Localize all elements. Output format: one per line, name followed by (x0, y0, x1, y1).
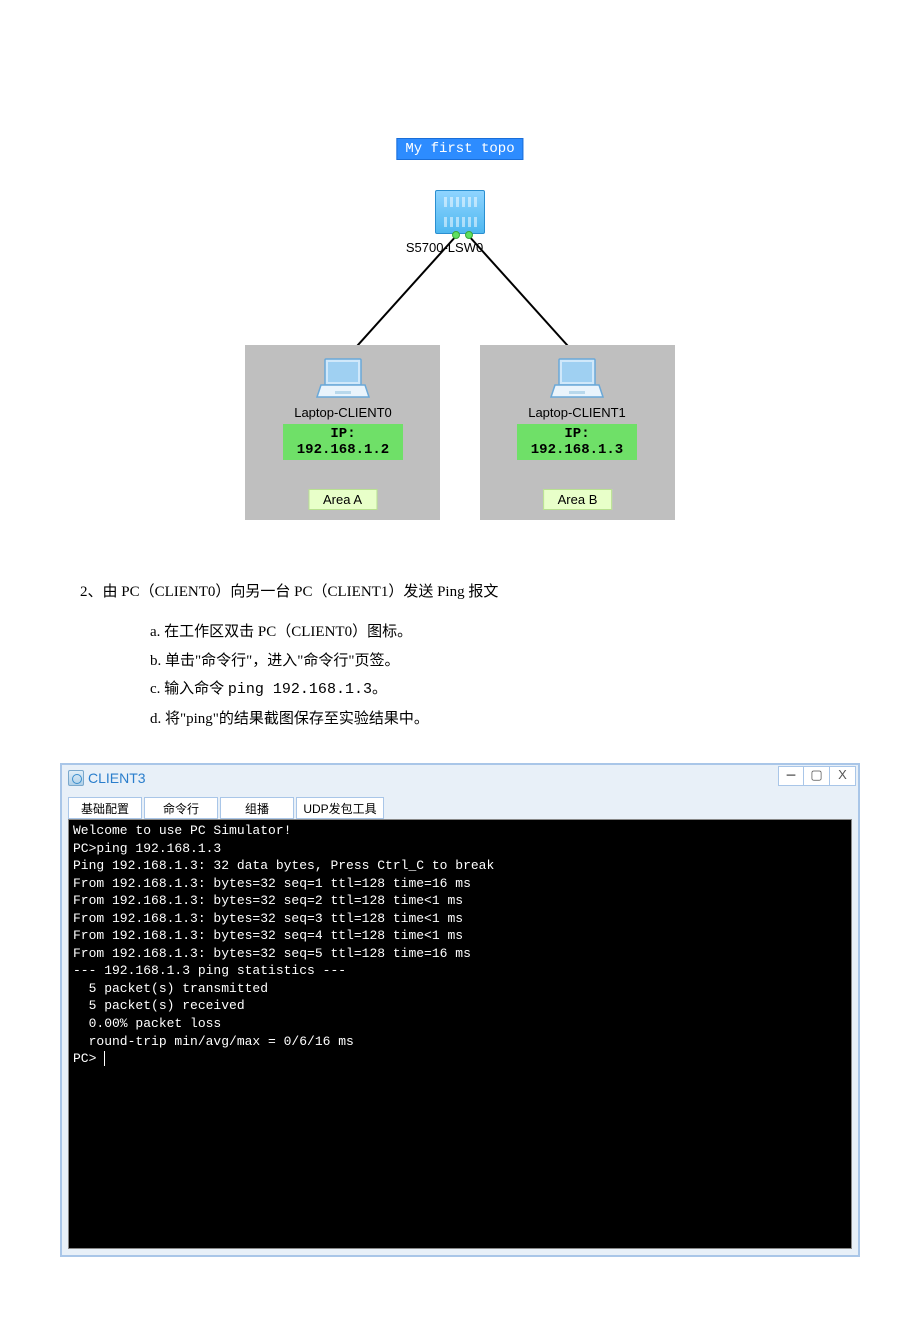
title-bar[interactable]: CLIENT3 − ▢ X (62, 765, 858, 791)
port-dot-icon (452, 231, 460, 239)
step-list: a. 在工作区双击 PC（CLIENT0）图标。 b. 单击"命令行"，进入"命… (150, 618, 860, 733)
instruction-heading: 2、由 PC（CLIENT0）向另一台 PC（CLIENT1）发送 Ping 报… (80, 580, 860, 604)
step-a: a. 在工作区双击 PC（CLIENT0）图标。 (150, 618, 860, 647)
laptop-icon (549, 355, 605, 403)
terminal-output[interactable]: Welcome to use PC Simulator!PC>ping 192.… (68, 819, 852, 1249)
maximize-button[interactable]: ▢ (804, 766, 830, 786)
area-a-label: Area A (308, 489, 377, 510)
switch-icon (435, 190, 485, 234)
tab-udp-tool[interactable]: UDP发包工具 (296, 797, 384, 819)
close-button[interactable]: X (830, 766, 856, 786)
app-logo-icon (68, 770, 84, 786)
topology-title: My first topo (396, 138, 523, 160)
link-switch-client0 (349, 234, 458, 354)
client3-window: CLIENT3 − ▢ X 基础配置 命令行 组播 UDP发包工具 Welcom… (60, 763, 860, 1257)
topology-diagram: My first topo S5700-LSW0 Area A Area B (245, 120, 675, 540)
step-b: b. 单击"命令行"，进入"命令行"页签。 (150, 647, 860, 676)
minimize-button[interactable]: − (778, 766, 804, 786)
area-b-label: Area B (543, 489, 613, 510)
laptop-client0-node[interactable]: Laptop-CLIENT0 IP: 192.168.1.2 (283, 355, 403, 460)
tab-bar: 基础配置 命令行 组播 UDP发包工具 (68, 797, 852, 819)
tab-command-line[interactable]: 命令行 (144, 797, 218, 819)
laptop-client0-label: Laptop-CLIENT0 (283, 405, 403, 420)
laptop-client0-ip: IP: 192.168.1.2 (283, 424, 403, 460)
port-dot-icon (465, 231, 473, 239)
tab-basic-config[interactable]: 基础配置 (68, 797, 142, 819)
window-title: CLIENT3 (88, 770, 146, 786)
laptop-client1-label: Laptop-CLIENT1 (517, 405, 637, 420)
laptop-client1-ip: IP: 192.168.1.3 (517, 424, 637, 460)
laptop-icon (315, 355, 371, 403)
laptop-client1-node[interactable]: Laptop-CLIENT1 IP: 192.168.1.3 (517, 355, 637, 460)
tab-multicast[interactable]: 组播 (220, 797, 294, 819)
step-c: c. 输入命令 ping 192.168.1.3。 (150, 675, 860, 705)
step-d: d. 将"ping"的结果截图保存至实验结果中。 (150, 705, 860, 734)
link-switch-client1 (467, 234, 577, 356)
switch-node[interactable]: S5700-LSW0 (435, 190, 485, 234)
